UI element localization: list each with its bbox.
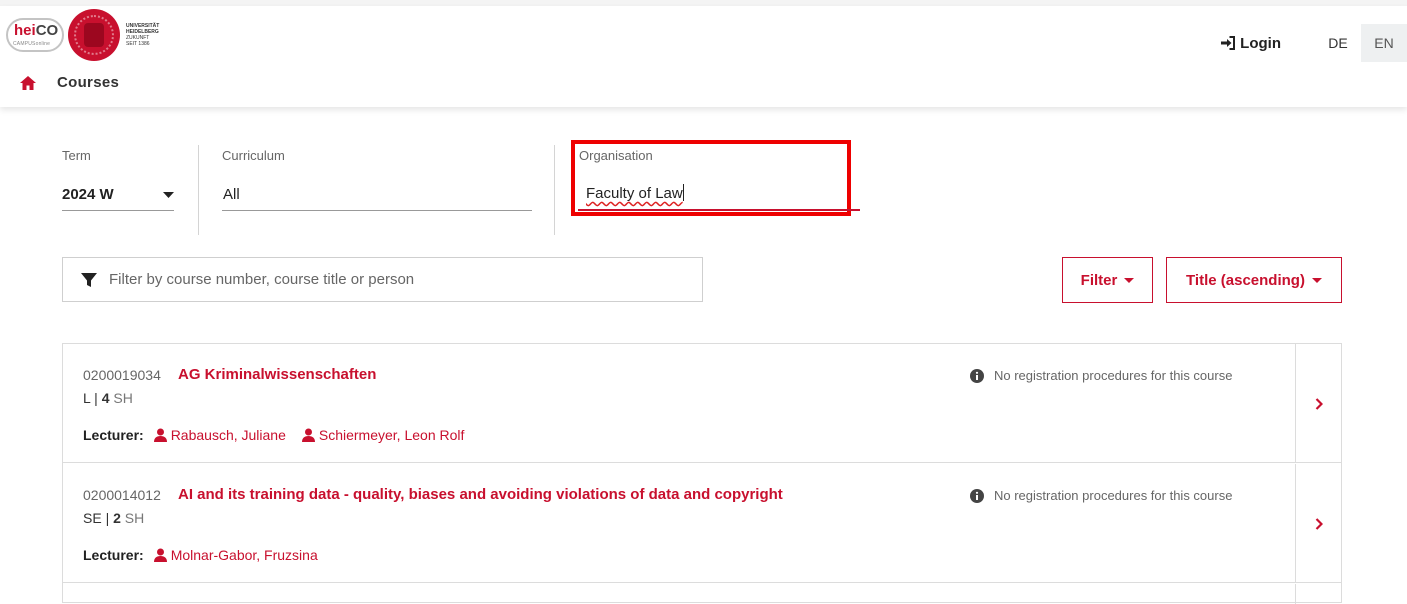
organisation-value: Faculty of Law: [586, 185, 683, 202]
app-header: heiCO CAMPUSonline UNIVERSITÄT HEIDELBER…: [0, 6, 1407, 107]
term-label: Term: [62, 148, 91, 163]
registration-note: No registration procedures for this cour…: [970, 488, 1232, 503]
organisation-input[interactable]: Faculty of Law: [586, 184, 846, 208]
lecturer-list: Lecturer: Rabausch, Juliane Schiermeyer,…: [83, 427, 480, 443]
filter-button-label: Filter: [1080, 271, 1118, 289]
university-wordmark: UNIVERSITÄT HEIDELBERG ZUKUNFT SEIT 1386: [126, 23, 160, 47]
course-list: 0200019034 AG Kriminalwissenschaften L |…: [62, 343, 1342, 604]
login-button[interactable]: Login: [1220, 35, 1281, 52]
course-meta: SE | 2 SH: [83, 510, 145, 526]
heico-logo[interactable]: heiCO CAMPUSonline: [6, 18, 64, 52]
course-row[interactable]: 0200019034 AG Kriminalwissenschaften L |…: [63, 344, 1341, 463]
language-en[interactable]: EN: [1361, 24, 1407, 62]
filter-icon: [81, 272, 97, 287]
heico-logo-sub: CAMPUSonline: [13, 41, 51, 47]
divider: [554, 145, 555, 235]
lecturer-link[interactable]: Molnar-Gabor, Fruzsina: [153, 547, 318, 563]
lecturer-link[interactable]: Rabausch, Juliane: [153, 427, 286, 443]
text-cursor: [682, 184, 684, 201]
organisation-label: Organisation: [579, 148, 653, 163]
course-meta: L | 4 SH: [83, 390, 133, 406]
course-number: 0200014012: [83, 487, 161, 503]
breadcrumb-courses[interactable]: Courses: [57, 74, 119, 91]
caret-down-icon: [1311, 277, 1322, 283]
chevron-right-icon: [1315, 517, 1323, 530]
lecturer-list: Lecturer: Molnar-Gabor, Fruzsina: [83, 547, 334, 563]
course-detail-button[interactable]: [1295, 464, 1341, 583]
lecturer-link[interactable]: Schiermeyer, Leon Rolf: [301, 427, 464, 443]
language-de[interactable]: DE: [1315, 24, 1361, 62]
info-circle-icon: [970, 488, 984, 503]
user-icon: [301, 428, 315, 442]
course-detail-button[interactable]: [1295, 344, 1341, 463]
filter-button[interactable]: Filter: [1062, 257, 1153, 303]
search-placeholder: Filter by course number, course title or…: [109, 271, 415, 288]
term-select[interactable]: 2024 W: [62, 186, 114, 203]
login-label: Login: [1240, 34, 1281, 52]
course-detail-button: [1295, 584, 1341, 604]
header-actions: Login DE EN: [1220, 24, 1407, 62]
sort-button-label: Title (ascending): [1186, 271, 1305, 289]
course-row-partial: [63, 584, 1341, 604]
sort-button[interactable]: Title (ascending): [1166, 257, 1342, 303]
university-seal-logo: [68, 9, 120, 61]
lecturer-label: Lecturer:: [83, 547, 144, 563]
curriculum-field[interactable]: All: [223, 186, 240, 203]
user-icon: [153, 548, 167, 562]
course-title-link[interactable]: AI and its training data - quality, bias…: [178, 486, 783, 503]
caret-down-icon[interactable]: [163, 192, 174, 199]
sign-in-icon: [1221, 36, 1236, 50]
course-number: 0200019034: [83, 367, 161, 383]
breadcrumb: Courses: [19, 74, 119, 91]
registration-note: No registration procedures for this cour…: [970, 368, 1232, 383]
home-icon[interactable]: [19, 75, 37, 91]
info-circle-icon: [970, 368, 984, 383]
user-icon: [153, 428, 167, 442]
caret-down-icon: [1124, 277, 1135, 283]
course-title-link[interactable]: AG Kriminalwissenschaften: [178, 366, 376, 383]
organisation-underline: [578, 209, 860, 211]
course-row[interactable]: 0200014012 AI and its training data - qu…: [63, 464, 1341, 583]
logo-group[interactable]: heiCO CAMPUSonline UNIVERSITÄT HEIDELBER…: [6, 9, 160, 61]
lecturer-label: Lecturer:: [83, 427, 144, 443]
curriculum-label: Curriculum: [222, 148, 285, 163]
chevron-right-icon: [1315, 397, 1323, 410]
divider: [198, 145, 199, 235]
curriculum-underline: [222, 210, 532, 211]
course-search-input[interactable]: Filter by course number, course title or…: [62, 257, 703, 302]
term-underline: [62, 210, 174, 211]
